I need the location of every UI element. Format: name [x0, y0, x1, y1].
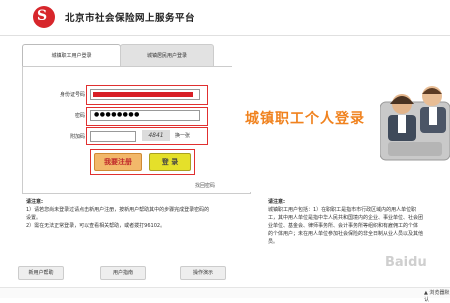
users-illustration-icon — [380, 86, 450, 161]
login-tabs: 城镇职工用户登录 城镇居民用户登录 — [22, 44, 214, 68]
notes-right: 请注意: 城镇职工用户包括：1）在职职工是指市市行政区域内的用人单位职 工，其中… — [268, 198, 450, 246]
notes-left-line: 设置。 — [26, 215, 42, 221]
notes-right-line: 的个体用户；未在用人单位参加社会保险的非全日制从业人员以及其他 — [268, 231, 424, 237]
notes-right-line: 城镇职工用户包括：1）在职职工是指市市行政区域内的用人单位职 — [268, 207, 417, 213]
notes-right-line: 员。 — [268, 239, 279, 245]
browser-status-bar — [0, 287, 450, 298]
site-header: S 北京市社会保险网上服务平台 — [0, 0, 450, 36]
captcha-input[interactable] — [90, 131, 136, 142]
refresh-captcha-link[interactable]: 换一张 — [175, 132, 190, 139]
user-guide-button[interactable]: 用户指南 — [100, 266, 146, 280]
notes-left: 请注意: 1）请若您尚未登录过请点击新用户注册，按新用户帮助其中的步骤完成登录密… — [26, 198, 241, 230]
notes-right-line: 业单位、基金会、律师事务所、会计事务所等组织和有雇佣工的个体 — [268, 223, 419, 229]
tab-resident-login[interactable]: 城镇居民用户登录 — [120, 44, 214, 68]
logo-letter: S — [37, 8, 48, 24]
register-button[interactable]: 我要注册 — [94, 153, 142, 171]
browser-status-text: ▲ 浏览器默认 — [424, 290, 450, 303]
password-label: 密码 — [74, 113, 85, 119]
watermark-text: Baidu — [385, 255, 427, 270]
demo-button[interactable]: 操作演示 — [180, 266, 226, 280]
site-title: 北京市社会保险网上服务平台 — [65, 13, 196, 24]
captcha-label: 附加码 — [69, 134, 85, 140]
notes-right-title: 请注意: — [268, 199, 285, 205]
password-input[interactable]: ●●●●●●●● — [90, 110, 200, 121]
notes-right-line: 工，其中用人单位是指中华人民共和国境内的企业、事业单位、社会团 — [268, 215, 424, 221]
new-user-help-button[interactable]: 新用户帮助 — [18, 266, 64, 280]
login-button[interactable]: 登 录 — [149, 153, 191, 171]
notes-left-title: 请注意: — [26, 199, 43, 205]
banner-title: 城镇职工个人登录 — [245, 111, 365, 127]
password-value: ●●●●●●●● — [94, 111, 140, 118]
id-number-label: 身份证号码 — [59, 92, 85, 98]
social-security-logo: S — [33, 6, 55, 28]
id-number-input[interactable] — [90, 89, 200, 100]
notes-left-line: 2）需在无法正常登录，可以查看相关帮助，或者拨打96102。 — [26, 223, 166, 229]
captcha-image[interactable]: 4841 — [142, 130, 170, 141]
notes-left-line: 1）请若您尚未登录过请点击新用户注册，按新用户帮助其中的步骤完成登录密码的 — [26, 207, 210, 213]
tab-employee-login[interactable]: 城镇职工用户登录 — [22, 44, 121, 67]
forgot-password-link[interactable]: 找回密码 — [195, 182, 215, 189]
redacted-id-value — [93, 92, 193, 97]
